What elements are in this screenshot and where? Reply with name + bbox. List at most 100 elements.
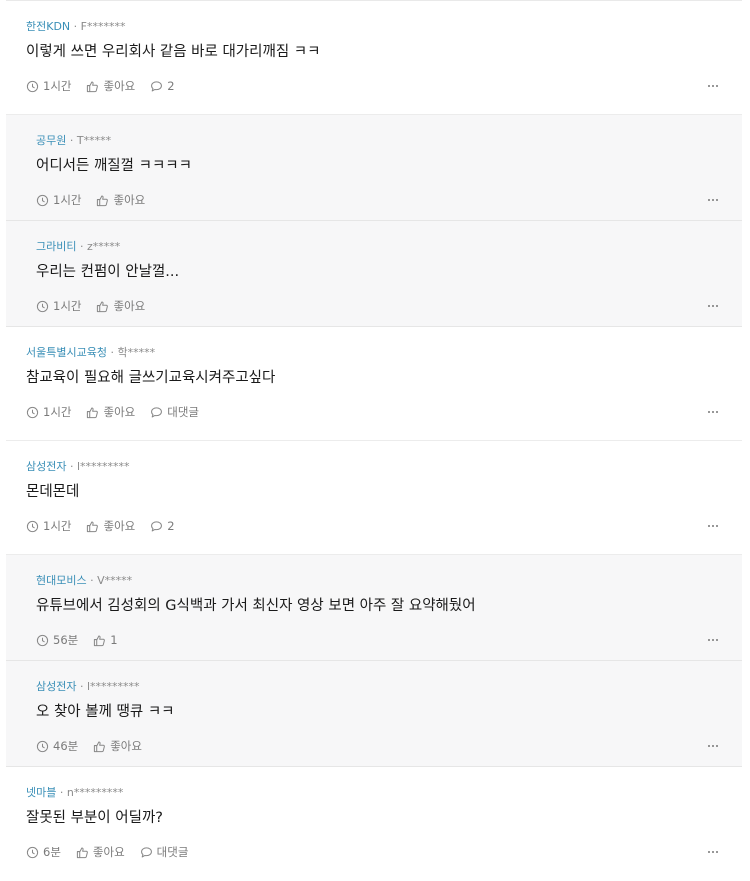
- speech-bubble-icon: [140, 846, 152, 857]
- company-name[interactable]: 한전KDN: [26, 20, 70, 33]
- clock-icon: [36, 300, 49, 312]
- thumbs-up-icon: [87, 407, 99, 418]
- more-options-icon[interactable]: [708, 305, 718, 307]
- thumbs-up-icon: [97, 301, 109, 312]
- speech-bubble-icon: [151, 520, 163, 531]
- comment-text: 몬데몬데: [26, 484, 80, 500]
- time-stamp: 1시간: [26, 518, 71, 534]
- time-label: 1시간: [43, 405, 72, 419]
- meta-separator: ·: [69, 460, 74, 473]
- comment-meta: 현대모비스 · V*****: [36, 574, 132, 588]
- meta-separator: ·: [59, 786, 64, 799]
- comment-actions: 56분 1: [36, 632, 133, 648]
- like-button[interactable]: 좋아요: [76, 844, 125, 860]
- clock-icon: [36, 194, 49, 206]
- clock-icon: [26, 846, 39, 858]
- like-button[interactable]: 좋아요: [96, 192, 145, 208]
- company-name[interactable]: 현대모비스: [36, 574, 87, 587]
- comment-list: 한전KDN · F******* 이렇게 쓰면 우리회사 같음 바로 대가리깨짐…: [6, 0, 742, 881]
- more-options-icon[interactable]: [708, 851, 718, 853]
- thumbs-up-icon: [94, 635, 106, 646]
- company-name[interactable]: 서울특별시교육청: [26, 346, 107, 359]
- more-options-icon[interactable]: [708, 525, 718, 527]
- time-label: 1시간: [53, 193, 82, 207]
- like-label: 좋아요: [113, 299, 146, 313]
- user-name: F*******: [80, 20, 126, 33]
- comment-text: 유튜브에서 김성회의 G식백과 가서 최신자 영상 보면 아주 잘 요약해뒀어: [36, 598, 476, 614]
- reply-button[interactable]: 2: [150, 518, 175, 534]
- like-label: 좋아요: [103, 519, 136, 533]
- comment-text: 이렇게 쓰면 우리회사 같음 바로 대가리깨짐 ㅋㅋ: [26, 44, 321, 60]
- meta-separator: ·: [110, 346, 114, 359]
- like-button[interactable]: 1: [93, 632, 118, 648]
- reply-item: 현대모비스 · V***** 유튜브에서 김성회의 G식백과 가서 최신자 영상…: [6, 555, 742, 661]
- company-name[interactable]: 공무원: [36, 134, 66, 147]
- company-name[interactable]: 그라비티: [36, 240, 76, 253]
- comment-meta: 삼성전자 · l*********: [26, 460, 130, 474]
- comment-actions: 46분 좋아요: [36, 738, 157, 754]
- comment-meta: 서울특별시교육청 · 학*****: [26, 346, 155, 360]
- time-label: 1시간: [43, 519, 72, 533]
- reply-button[interactable]: 대댓글: [150, 404, 199, 420]
- thumbs-up-icon: [87, 81, 99, 92]
- more-options-icon[interactable]: [708, 85, 718, 87]
- comment-actions: 1시간 좋아요 2: [26, 78, 190, 94]
- user-name: n*********: [66, 786, 124, 799]
- like-label: 좋아요: [92, 845, 125, 859]
- comment-actions: 1시간 좋아요 대댓글: [26, 404, 214, 420]
- reply-item: 그라비티 · z***** 우리는 컨펌이 안날껄... 1시간 좋아요: [6, 221, 742, 327]
- like-button[interactable]: 좋아요: [96, 298, 145, 314]
- comment-item: 서울특별시교육청 · 학***** 참교육이 필요해 글쓰기교육시켜주고싶다 1…: [6, 327, 742, 441]
- comment-text: 참교육이 필요해 글쓰기교육시켜주고싶다: [26, 370, 276, 386]
- company-name[interactable]: 넷마블: [26, 786, 56, 799]
- comment-item: 넷마블 · n********* 잘못된 부분이 어딜까? 6분 좋아요 대댓글: [6, 767, 742, 881]
- comment-meta: 그라비티 · z*****: [36, 240, 120, 254]
- like-label: 좋아요: [103, 79, 136, 93]
- like-label: 좋아요: [103, 405, 136, 419]
- more-options-icon[interactable]: [708, 745, 718, 747]
- reply-button[interactable]: 2: [150, 78, 175, 94]
- comment-text: 잘못된 부분이 어딜까?: [26, 810, 163, 826]
- user-name: l*********: [76, 460, 130, 473]
- meta-separator: ·: [79, 240, 84, 253]
- like-button[interactable]: 좋아요: [93, 738, 142, 754]
- more-options-icon[interactable]: [708, 411, 718, 413]
- reply-button[interactable]: 대댓글: [140, 844, 189, 860]
- clock-icon: [26, 406, 39, 418]
- thumbs-up-icon: [76, 847, 88, 858]
- clock-icon: [26, 520, 39, 532]
- time-label: 46분: [53, 739, 79, 753]
- reply-label: 대댓글: [156, 845, 189, 859]
- more-options-icon[interactable]: [708, 199, 718, 201]
- comment-meta: 삼성전자 · l*********: [36, 680, 140, 694]
- company-name[interactable]: 삼성전자: [36, 680, 76, 693]
- time-label: 56분: [53, 633, 79, 647]
- thumbs-up-icon: [87, 521, 99, 532]
- comment-item: 삼성전자 · l********* 몬데몬데 1시간 좋아요 2: [6, 441, 742, 555]
- comment-meta: 공무원 · T*****: [36, 134, 111, 148]
- comment-actions: 1시간 좋아요: [36, 192, 160, 208]
- like-button[interactable]: 좋아요: [86, 404, 135, 420]
- user-name: l*********: [86, 680, 140, 693]
- like-count: 1: [110, 633, 118, 647]
- like-label: 좋아요: [113, 193, 146, 207]
- like-button[interactable]: 좋아요: [86, 518, 135, 534]
- comment-text: 오 찾아 볼께 땡큐 ㅋㅋ: [36, 704, 175, 720]
- more-options-icon[interactable]: [708, 639, 718, 641]
- user-name: V*****: [97, 574, 133, 587]
- meta-separator: ·: [79, 680, 84, 693]
- time-stamp: 1시간: [36, 298, 81, 314]
- like-button[interactable]: 좋아요: [86, 78, 135, 94]
- comment-text: 우리는 컨펌이 안날껄...: [36, 264, 180, 280]
- time-stamp: 1시간: [26, 404, 71, 420]
- meta-separator: ·: [90, 574, 94, 587]
- time-stamp: 56분: [36, 632, 78, 648]
- speech-bubble-icon: [151, 80, 163, 91]
- clock-icon: [36, 634, 49, 646]
- time-stamp: 1시간: [36, 192, 81, 208]
- like-label: 좋아요: [110, 739, 142, 753]
- reply-count: 2: [167, 79, 175, 93]
- meta-separator: ·: [69, 134, 74, 147]
- comment-meta: 넷마블 · n*********: [26, 786, 123, 800]
- company-name[interactable]: 삼성전자: [26, 460, 66, 473]
